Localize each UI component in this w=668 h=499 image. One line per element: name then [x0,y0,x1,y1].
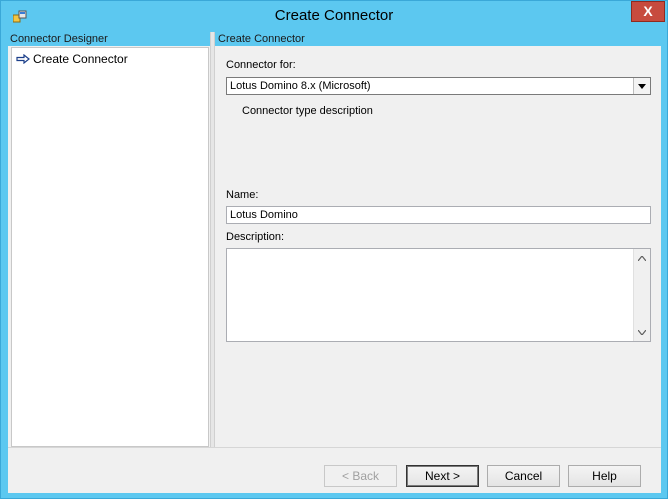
scroll-down-button[interactable] [634,324,650,340]
dropdown-button[interactable] [633,78,650,94]
help-button[interactable]: Help [568,465,641,487]
connector-type-description: Connector type description [242,105,373,117]
connector-designer-header: Connector Designer [8,32,210,46]
create-connector-header: Create Connector [215,32,661,46]
chevron-up-icon [638,255,646,261]
name-input-value: Lotus Domino [230,209,298,221]
client-area: Connector Designer Create Connector Crea… [8,32,661,493]
chevron-down-icon [638,83,646,89]
arrow-right-icon [16,54,30,64]
next-button[interactable]: Next > [406,465,479,487]
window-title: Create Connector [274,7,394,24]
create-connector-window: Create Connector X Connector Designer Cr… [0,0,668,499]
tree-item-label: Create Connector [33,52,128,66]
close-icon: X [643,3,653,19]
name-input[interactable]: Lotus Domino [226,206,651,224]
tree-item-create-connector[interactable]: Create Connector [16,51,128,67]
connector-for-value: Lotus Domino 8.x (Microsoft) [230,80,371,92]
close-button[interactable]: X [631,1,665,22]
back-button[interactable]: < Back [324,465,397,487]
button-bar-separator [8,447,661,459]
cancel-button[interactable]: Cancel [487,465,560,487]
title-bar[interactable]: Create Connector X [1,1,667,32]
chevron-down-icon [638,329,646,335]
connector-for-select[interactable]: Lotus Domino 8.x (Microsoft) [226,77,651,95]
scroll-up-button[interactable] [634,250,650,266]
description-label: Description: [226,231,285,243]
description-scrollbar[interactable] [633,249,650,341]
description-textarea[interactable] [226,248,651,342]
connector-for-label: Connector for: [226,59,296,71]
name-label: Name: [226,189,259,201]
create-connector-panel: Connector for: Lotus Domino 8.x (Microso… [215,46,661,447]
connector-designer-list[interactable]: Create Connector [11,47,209,447]
